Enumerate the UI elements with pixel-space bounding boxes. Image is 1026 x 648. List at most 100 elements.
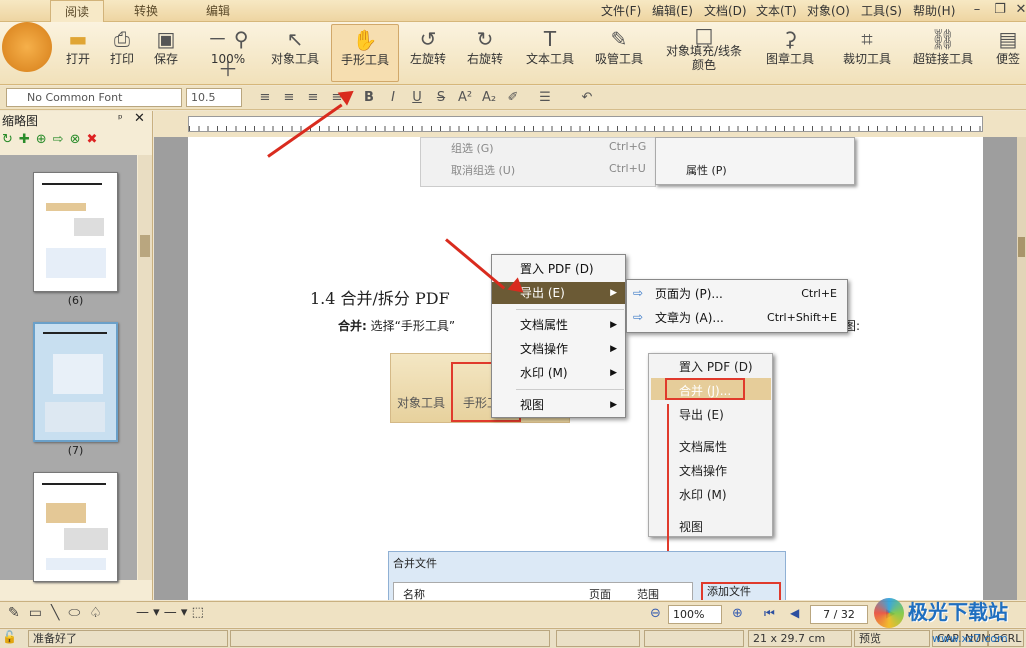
crop-tool-button[interactable]: ⌗ 裁切工具 (838, 24, 896, 82)
menu-document[interactable]: 文档(D) (704, 0, 747, 22)
disk-icon: ▣ (156, 27, 176, 51)
align-center-icon[interactable]: ≡ (280, 88, 298, 108)
zoom-in-icon[interactable]: ⊕ (732, 606, 743, 621)
zoom-icon: － ⚲ ＋ (207, 27, 249, 81)
menu-edit[interactable]: 编辑(E) (652, 0, 693, 22)
prev-page-icon[interactable]: ◀ (790, 606, 799, 620)
rotate-left-button[interactable]: ↺ 左旋转 (405, 24, 451, 82)
hand-icon: ✋ (352, 28, 378, 52)
rotate-right-button[interactable]: ↻ 右旋转 (462, 24, 508, 82)
hyperlink-tool-button[interactable]: ⛓ 超链接工具 (908, 24, 978, 82)
fill-box-icon: □ (694, 23, 714, 47)
menu-item-watermark[interactable]: 水印 (M) ▶ (492, 362, 625, 384)
zoom-control[interactable]: － ⚲ ＋ 100% (196, 24, 260, 82)
printer-icon: ⎙ (114, 27, 130, 51)
menu-object[interactable]: 对象(O) (807, 0, 850, 22)
embedded-context-menu: 置入 PDF (D) 合并 (J)... 导出 (E) 文档属性 文档操作 水印… (648, 353, 773, 594)
cursor-icon: ↖ (286, 27, 304, 51)
menu-item-export-articles[interactable]: 文章为 (A)... Ctrl+Shift+E (627, 307, 847, 329)
strike-icon[interactable]: S (432, 88, 450, 108)
embedded-menu-screenshot: 组选 (G) 取消组选 (U) Ctrl+G Ctrl+U (420, 137, 656, 187)
restore-icon[interactable]: ❐ (989, 1, 1011, 19)
font-size-select[interactable]: 10.5 (186, 88, 242, 107)
menu-tools[interactable]: 工具(S) (861, 0, 902, 22)
document-scrollbar[interactable] (1017, 137, 1026, 600)
thumb-toolbar[interactable]: ↻✚⊕⇨⊗✖ (2, 132, 150, 152)
page-size: 21 x 29.7 cm (748, 630, 852, 647)
watermark-url: www.xz7.com (932, 632, 1008, 645)
minimize-icon[interactable]: – (966, 1, 988, 19)
menu-item-import-pdf[interactable]: 置入 PDF (D) (492, 258, 625, 280)
bold-icon[interactable]: B (360, 88, 378, 108)
open-button[interactable]: ▬ 打开 (58, 24, 98, 82)
embedded-props-menu: 属性 (P) (655, 137, 855, 185)
close-icon[interactable]: ✕ (1010, 1, 1026, 19)
rotate-right-icon: ↻ (476, 27, 494, 51)
panel-title: 缩略图 (2, 114, 39, 128)
first-page-icon[interactable]: ⏮ (764, 606, 775, 621)
menu-text[interactable]: 文本(T) (756, 0, 797, 22)
stamp-tool-button[interactable]: ⚳ 图章工具 (760, 24, 820, 82)
export-article-icon: ⇨ (633, 310, 644, 324)
line-spacing-icon[interactable]: ☰ (536, 88, 554, 108)
panel-close-icon[interactable]: ✕ (134, 111, 145, 126)
crop-icon: ⌗ (861, 27, 873, 51)
font-select[interactable]: No Common Font (6, 88, 182, 107)
underline-icon[interactable]: U (408, 88, 426, 108)
thumbnail-page-7[interactable] (33, 322, 118, 442)
note-icon: ▤ (998, 27, 1018, 51)
export-submenu: 页面为 (P)... Ctrl+E 文章为 (A)... Ctrl+Shift+E … (626, 279, 848, 333)
menu-item-export-pages[interactable]: 页面为 (P)... Ctrl+E (627, 283, 847, 305)
print-button[interactable]: ⎙ 打印 (102, 24, 142, 82)
menu-item-doc-operations[interactable]: 文档操作 ▶ (492, 338, 625, 360)
folder-icon: ▬ (68, 27, 88, 51)
rotate-left-icon: ↺ (419, 27, 437, 51)
object-fill-button[interactable]: □ 对象填充/线条 颜色 (660, 24, 748, 82)
status-panel (230, 630, 550, 647)
link-icon: ⛓ (930, 27, 956, 51)
app-logo-icon[interactable] (2, 22, 52, 72)
undo-icon[interactable]: ↶ (578, 88, 596, 108)
tab-edit[interactable]: 编辑 (192, 0, 244, 22)
highlight-icon[interactable]: ✐ (504, 88, 522, 108)
menu-item-doc-properties[interactable]: 文档属性 ▶ (492, 314, 625, 336)
thumbnail-label: (7) (67, 444, 84, 457)
pin-icon[interactable]: ᵖ (118, 112, 123, 125)
tab-read[interactable]: 阅读 (50, 0, 105, 22)
page-number-field[interactable]: 7 / 32 (810, 605, 868, 624)
subscript-icon[interactable]: A₂ (480, 88, 498, 108)
hand-tool-button[interactable]: ✋ 手形工具 (331, 24, 399, 82)
thumbnail-page-6[interactable] (33, 172, 118, 292)
menu-item-view[interactable]: 视图 ▶ (492, 394, 625, 416)
status-text: 准备好了 (28, 630, 228, 647)
draw-tools[interactable]: ✎▭╲⬭♤ (8, 605, 111, 621)
context-menu: 置入 PDF (D) 导出 (E) ▶ 文档属性 ▶ 文档操作 ▶ 水印 (M) ▶ 视… (491, 254, 626, 418)
thumbnail-list[interactable]: (6) (7) (0, 155, 137, 582)
menu-file[interactable]: 文件(F) (601, 0, 641, 22)
embedded-merge-dialog: 合并文件 名称 页面 范围 添加文件 (A)... (388, 551, 786, 600)
line-style-select[interactable]: — ▾ — ▾ ⬚ (136, 605, 204, 620)
align-right-icon[interactable]: ≡ (304, 88, 322, 108)
eyedropper-button[interactable]: ✎ 吸管工具 (590, 24, 648, 82)
align-left-icon[interactable]: ≡ (256, 88, 274, 108)
status-panel (556, 630, 640, 647)
status-panel (644, 630, 744, 647)
menu-help[interactable]: 帮助(H) (913, 0, 955, 22)
text-tool-button[interactable]: T 文本工具 (520, 24, 580, 82)
save-button[interactable]: ▣ 保存 (146, 24, 186, 82)
object-tool-button[interactable]: ↖ 对象工具 (264, 24, 326, 82)
watermark-text: 极光下载站 (908, 600, 1008, 624)
zoom-select[interactable]: 100% (668, 605, 722, 624)
view-mode: 预览 (854, 630, 930, 647)
superscript-icon[interactable]: A² (456, 88, 474, 108)
stamp-icon: ⚳ (782, 27, 798, 51)
zoom-out-icon[interactable]: ⊖ (650, 606, 661, 621)
italic-icon[interactable]: I (384, 88, 402, 108)
thumbnail-scrollbar[interactable] (138, 155, 152, 580)
note-button[interactable]: ▤ 便签 (990, 24, 1026, 82)
thumbnail-page-8[interactable] (33, 472, 118, 582)
eyedropper-icon: ✎ (610, 27, 628, 51)
text-icon: T (543, 27, 557, 51)
tab-convert[interactable]: 转换 (120, 0, 172, 22)
thumbnail-label: (6) (67, 294, 84, 307)
